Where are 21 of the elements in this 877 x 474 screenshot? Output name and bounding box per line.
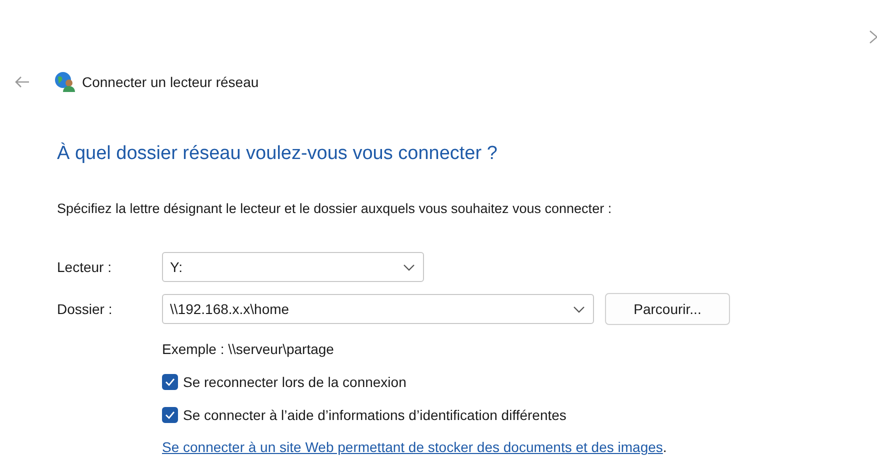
folder-combo-box[interactable]: \\192.168.x.x\home [162,294,594,324]
drive-dropdown[interactable]: Y: [162,252,424,282]
close-icon[interactable] [869,30,877,44]
checkbox-label: Se reconnecter lors de la connexion [183,374,406,390]
chevron-down-icon [573,306,585,312]
website-link[interactable]: Se connecter à un site Web permettant de stocker des documents et des images [162,439,663,455]
folder-label: Dossier : [57,301,114,317]
example-text: Exemple : \\serveur\partage [162,341,335,357]
window-title: Connecter un lecteur réseau [82,74,259,90]
network-globe-icon [54,71,76,93]
page-heading: À quel dossier réseau voulez-vous vous connecter ? [57,143,498,165]
check-icon [165,411,175,419]
checkbox[interactable] [162,374,178,390]
checkbox-label: Se connecter à l’aide d’informations d’identification différentes [183,407,566,423]
link-sentence: Se connecter à un site Web permettant de stocker des documents et des images. [162,439,668,455]
checkbox[interactable] [162,407,178,423]
chevron-down-icon [403,264,415,270]
browse-button[interactable]: Parcourir... [605,293,730,325]
drive-label: Lecteur : [57,259,112,275]
check-icon [165,378,175,386]
instruction-text: Spécifiez la lettre désignant le lecteur et le dossier auxquels vous souhaitez vous connecter : [57,201,613,216]
